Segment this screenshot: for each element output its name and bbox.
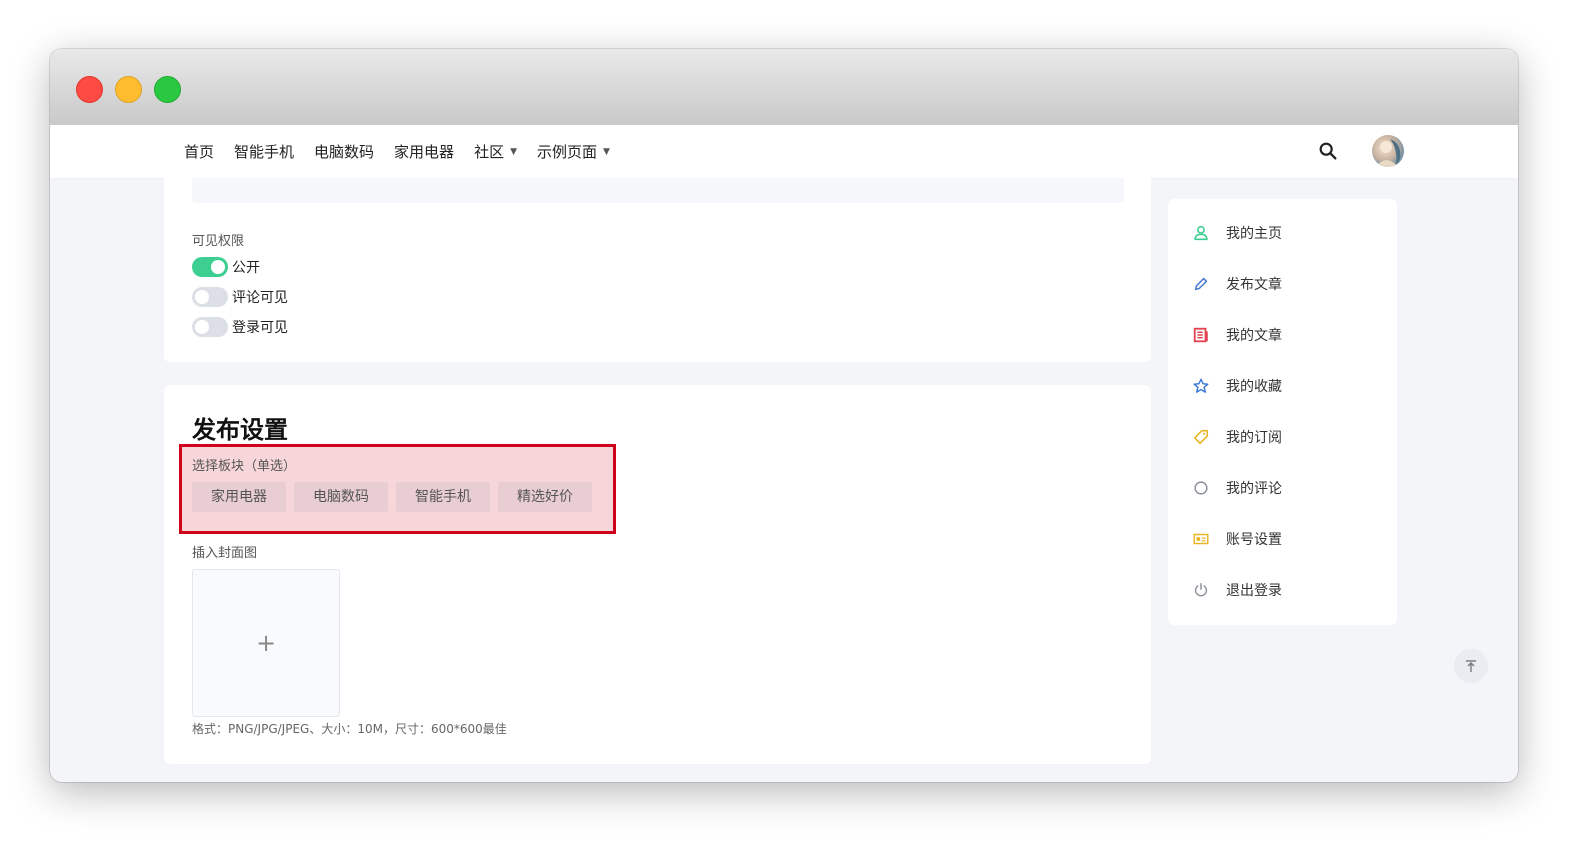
nav-item-home[interactable]: 首页 — [184, 141, 214, 162]
nav-item-label: 电脑数码 — [314, 143, 375, 161]
sidebar-item-articles[interactable]: 我的文章 — [1192, 325, 1282, 345]
sidebar-item-label: 我的文章 — [1226, 328, 1282, 344]
toggle-switch[interactable] — [192, 287, 228, 307]
visibility-option-login[interactable]: 登录可见 — [192, 317, 288, 337]
minimize-window-button[interactable] — [115, 76, 142, 103]
maximize-window-button[interactable] — [154, 76, 181, 103]
sidebar-item-home[interactable]: 我的主页 — [1192, 223, 1282, 243]
sidebar-item-label: 退出登录 — [1226, 583, 1282, 599]
sidebar-item-label: 我的订阅 — [1226, 430, 1282, 446]
board-select-label: 选择板块（单选） — [192, 459, 297, 474]
toggle-label: 公开 — [232, 260, 260, 276]
caret-down-icon: ▼ — [510, 146, 517, 157]
sidebar-item-label: 我的主页 — [1226, 226, 1282, 242]
cover-image-label: 插入封面图 — [192, 546, 258, 561]
toggle-label: 登录可见 — [232, 320, 288, 336]
user-avatar[interactable] — [1372, 135, 1404, 167]
sidebar-item-label: 我的评论 — [1226, 481, 1282, 497]
user-icon — [1194, 225, 1208, 241]
nav-item-appliances[interactable]: 家用电器 — [394, 141, 454, 162]
visibility-label: 可见权限 — [192, 234, 245, 249]
visibility-option-public[interactable]: 公开 — [192, 257, 260, 277]
nav-item-sample-pages[interactable]: 示例页面 ▼ — [537, 141, 610, 162]
sidebar-item-label: 我的收藏 — [1226, 379, 1282, 395]
search-icon[interactable] — [1317, 140, 1339, 162]
nav-item-label: 家用电器 — [394, 143, 455, 161]
nav-item-smartphones[interactable]: 智能手机 — [234, 141, 294, 162]
editor-bottom-area — [192, 178, 1124, 203]
toggle-switch[interactable] — [192, 257, 228, 277]
top-navbar: 首页 智能手机 电脑数码 家用电器 社区 ▼ 示例页面 ▼ — [50, 125, 1518, 179]
id-card-icon — [1193, 533, 1209, 545]
nav-menu: 首页 智能手机 电脑数码 家用电器 社区 ▼ 示例页面 ▼ — [184, 125, 610, 178]
upload-format-hint: 格式：PNG/JPG/JPEG、大小：10M，尺寸：600*600最佳 — [192, 722, 507, 736]
browser-window: 首页 智能手机 电脑数码 家用电器 社区 ▼ 示例页面 ▼ 可见权限 公开 评论… — [50, 49, 1518, 782]
close-window-button[interactable] — [76, 76, 103, 103]
comment-icon — [1194, 481, 1208, 495]
sidebar-item-comments[interactable]: 我的评论 — [1192, 478, 1282, 498]
user-sidebar: 我的主页 发布文章 我的文章 我的收藏 我的订阅 我的评论 账号设置 退出登录 — [1168, 199, 1397, 625]
sidebar-item-favorites[interactable]: 我的收藏 — [1192, 376, 1282, 396]
board-options: 家用电器 电脑数码 智能手机 精选好价 — [192, 482, 592, 512]
back-to-top-icon — [1466, 660, 1476, 672]
board-option-smartphones[interactable]: 智能手机 — [396, 482, 490, 512]
tag-icon — [1193, 429, 1209, 445]
toggle-switch[interactable] — [192, 317, 228, 337]
nav-item-label: 示例页面 — [537, 143, 598, 161]
board-option-deals[interactable]: 精选好价 — [498, 482, 592, 512]
board-option-computers[interactable]: 电脑数码 — [294, 482, 388, 512]
visibility-option-comment[interactable]: 评论可见 — [192, 287, 288, 307]
power-icon — [1194, 582, 1208, 597]
toggle-label: 评论可见 — [232, 290, 288, 306]
nav-item-label: 首页 — [184, 143, 215, 161]
board-option-appliances[interactable]: 家用电器 — [192, 482, 286, 512]
window-titlebar — [50, 49, 1518, 126]
document-icon — [1193, 327, 1208, 343]
publish-settings-title: 发布设置 — [192, 416, 288, 444]
sidebar-item-logout[interactable]: 退出登录 — [1192, 580, 1282, 600]
nav-item-label: 社区 — [474, 143, 505, 161]
sidebar-item-write[interactable]: 发布文章 — [1192, 274, 1282, 294]
plus-icon: + — [255, 629, 277, 657]
sidebar-item-label: 账号设置 — [1226, 532, 1282, 548]
nav-item-label: 智能手机 — [234, 143, 295, 161]
visibility-card — [164, 178, 1151, 362]
sidebar-item-subscriptions[interactable]: 我的订阅 — [1192, 427, 1282, 447]
cover-upload-button[interactable]: + — [192, 569, 340, 717]
nav-item-computers[interactable]: 电脑数码 — [314, 141, 374, 162]
nav-item-community[interactable]: 社区 ▼ — [474, 141, 517, 162]
sidebar-item-label: 发布文章 — [1226, 277, 1282, 293]
star-icon — [1193, 378, 1209, 393]
back-to-top-button[interactable] — [1454, 649, 1488, 683]
sidebar-item-account[interactable]: 账号设置 — [1192, 529, 1282, 549]
pencil-icon — [1194, 277, 1208, 291]
caret-down-icon: ▼ — [603, 146, 610, 157]
